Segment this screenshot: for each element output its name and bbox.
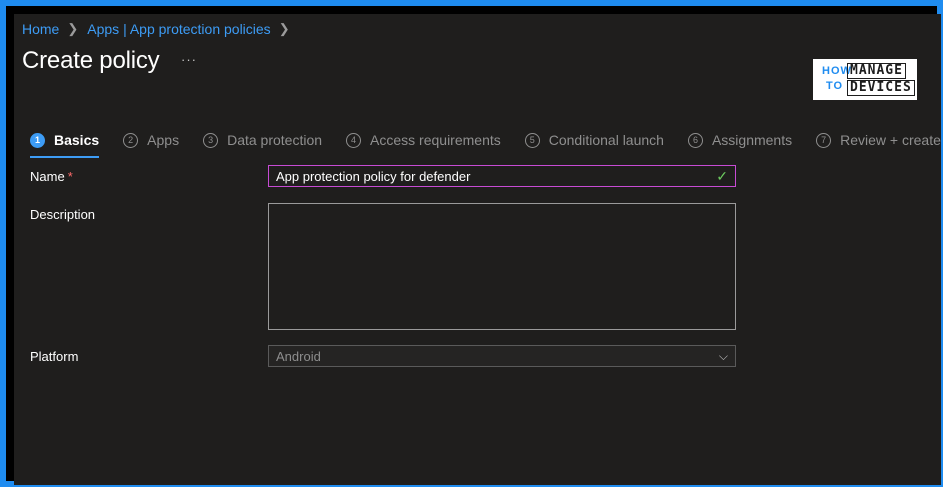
- name-field[interactable]: App protection policy for defender ✓: [268, 165, 736, 187]
- step-label: Assignments: [711, 132, 793, 148]
- description-field[interactable]: [268, 203, 736, 330]
- wizard-steps: 1 Basics 2 Apps 3 Data protection 4 Acce…: [30, 127, 941, 158]
- tab-data-protection[interactable]: 3 Data protection: [203, 127, 322, 153]
- tab-apps[interactable]: 2 Apps: [123, 127, 179, 153]
- description-label: Description: [30, 207, 96, 222]
- required-asterisk: *: [67, 169, 73, 184]
- step-number-icon: 1: [30, 132, 45, 148]
- breadcrumb-apps[interactable]: Apps | App protection policies: [87, 21, 270, 37]
- chevron-down-icon: ⌵: [718, 348, 728, 363]
- logo-devices-text: DEVICES: [847, 80, 915, 96]
- name-field-value: App protection policy for defender: [276, 168, 471, 184]
- step-number-icon: 5: [524, 132, 540, 148]
- tab-access-requirements[interactable]: 4 Access requirements: [346, 127, 501, 153]
- tab-conditional-launch[interactable]: 5 Conditional launch: [524, 127, 664, 153]
- platform-label: Platform: [30, 349, 79, 364]
- chevron-right-icon: ❯: [278, 21, 290, 36]
- step-label: Access requirements: [370, 132, 501, 148]
- breadcrumb-home[interactable]: Home: [22, 21, 59, 37]
- tab-basics[interactable]: 1 Basics: [30, 127, 100, 158]
- more-options-icon[interactable]: ···: [181, 52, 197, 67]
- step-label: Review + create: [840, 132, 941, 148]
- screenshot-frame: Home ❯ Apps | App protection policies ❯ …: [0, 0, 943, 487]
- tab-review-create[interactable]: 7 Review + create: [816, 127, 941, 153]
- how-to-manage-devices-logo: HOW TO MANAGE DEVICES: [813, 59, 917, 100]
- tab-assignments[interactable]: 6 Assignments: [687, 127, 793, 153]
- name-label-text: Name: [30, 169, 65, 184]
- logo-to-text: TO: [826, 80, 844, 92]
- step-label: Conditional launch: [548, 132, 664, 148]
- step-label: Basics: [54, 132, 100, 148]
- step-label: Data protection: [227, 132, 323, 148]
- step-number-icon: 6: [687, 132, 703, 148]
- logo-manage-text: MANAGE: [847, 63, 906, 79]
- page-title: Create policy: [22, 47, 160, 74]
- step-number-icon: 3: [203, 132, 219, 148]
- name-label: Name *: [30, 169, 73, 184]
- step-label: Apps: [147, 132, 180, 148]
- platform-selected-value: Android: [276, 348, 321, 364]
- checkmark-icon: ✓: [716, 167, 728, 184]
- step-number-icon: 7: [816, 132, 832, 148]
- create-policy-panel: Home ❯ Apps | App protection policies ❯ …: [14, 14, 941, 485]
- step-number-icon: 2: [123, 132, 139, 148]
- chevron-right-icon: ❯: [67, 21, 79, 36]
- platform-dropdown[interactable]: Android ⌵: [268, 345, 736, 367]
- step-number-icon: 4: [346, 132, 362, 148]
- breadcrumb: Home ❯ Apps | App protection policies ❯: [22, 21, 299, 37]
